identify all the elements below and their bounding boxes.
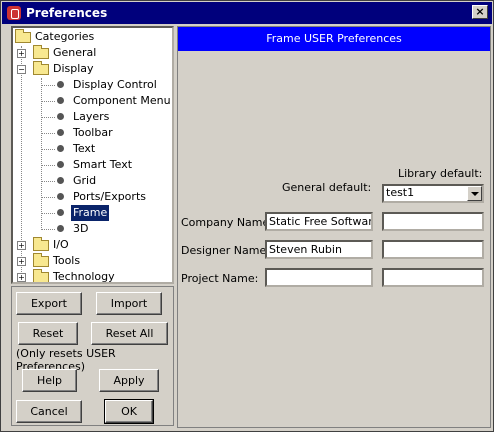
designer-name-label: Designer Name:	[181, 244, 270, 257]
dropdown-arrow-icon[interactable]	[467, 186, 482, 201]
tree-connector	[41, 213, 55, 214]
company-name-label: Company Name:	[181, 216, 273, 229]
help-button[interactable]: Help	[22, 369, 77, 392]
tree-item-label: Frame	[71, 205, 110, 221]
window-title: Preferences	[26, 6, 108, 20]
general-default-label: General default:	[282, 181, 372, 194]
tree-item-label: Display	[53, 62, 94, 75]
tree-connector	[41, 165, 55, 166]
library-select-value: test1	[386, 186, 415, 199]
designer-name-library-field[interactable]	[382, 240, 484, 259]
company-name-library-field[interactable]	[382, 212, 484, 231]
reset-all-button[interactable]: Reset All	[91, 322, 168, 345]
expand-icon[interactable]: +	[17, 273, 26, 282]
tree-connector	[41, 117, 55, 118]
leaf-node-icon	[57, 129, 64, 136]
preferences-dialog: Preferences × Categories + General − Dis…	[0, 0, 494, 432]
frame-preferences-panel: Frame USER Preferences Library default: …	[177, 26, 491, 428]
title-bar: Preferences ×	[2, 2, 492, 24]
tree-item-label: Technology	[53, 270, 115, 283]
tree-connector	[41, 85, 55, 86]
folder-icon	[33, 61, 49, 75]
export-button[interactable]: Export	[16, 292, 82, 315]
category-tree[interactable]: Categories + General − Display Display C…	[11, 26, 174, 284]
leaf-node-icon	[57, 209, 64, 216]
tree-item-label: Tools	[53, 254, 81, 267]
reset-button[interactable]: Reset	[18, 322, 78, 345]
expand-icon[interactable]: +	[17, 257, 26, 266]
leaf-node-icon	[57, 97, 64, 104]
project-name-library-field[interactable]	[382, 268, 484, 287]
expand-icon[interactable]: +	[17, 49, 26, 58]
apply-button[interactable]: Apply	[99, 369, 159, 392]
tree-item-label: I/O	[53, 238, 69, 251]
panel-header: Frame USER Preferences	[178, 27, 490, 51]
ok-button[interactable]: OK	[104, 399, 154, 424]
tree-item-label: Component Menu	[73, 94, 171, 107]
left-button-panel: Export Import Reset Reset All (Only rese…	[11, 286, 174, 426]
tree-item-label: Grid	[73, 174, 97, 187]
tree-connector	[41, 229, 55, 230]
folder-icon	[33, 269, 49, 282]
close-button[interactable]: ×	[472, 5, 488, 19]
tree-connector	[41, 101, 55, 102]
tree-connector	[41, 181, 55, 182]
leaf-node-icon	[57, 225, 64, 232]
folder-icon	[33, 253, 49, 267]
folder-icon	[33, 45, 49, 59]
leaf-node-icon	[57, 81, 64, 88]
leaf-node-icon	[57, 113, 64, 120]
tree-connector	[41, 133, 55, 134]
tree-item-label: Layers	[73, 110, 110, 123]
project-name-label: Project Name:	[181, 272, 259, 285]
folder-icon	[33, 237, 49, 251]
project-name-general-field[interactable]	[265, 268, 373, 287]
leaf-node-icon	[57, 161, 64, 168]
tree-connector	[41, 197, 55, 198]
leaf-node-icon	[57, 145, 64, 152]
expand-icon[interactable]: +	[17, 241, 26, 250]
folder-icon	[15, 29, 31, 43]
tree-item-label: Display Control	[73, 78, 157, 91]
tree-item-label: Ports/Exports	[73, 190, 146, 203]
leaf-node-icon	[57, 177, 64, 184]
cancel-button[interactable]: Cancel	[16, 400, 82, 423]
app-icon	[7, 6, 21, 20]
tree-item-label: General	[53, 46, 97, 59]
collapse-icon[interactable]: −	[17, 65, 26, 74]
import-button[interactable]: Import	[96, 292, 162, 315]
tree-item-label: Smart Text	[73, 158, 133, 171]
library-default-label: Library default:	[398, 167, 483, 180]
designer-name-general-field[interactable]: Steven Rubin	[265, 240, 373, 259]
library-select[interactable]: test1	[382, 184, 484, 203]
tree-item-label: Categories	[35, 30, 95, 43]
tree-item-label: 3D	[73, 222, 89, 235]
tree-connector	[41, 149, 55, 150]
company-name-general-field[interactable]: Static Free Software	[265, 212, 373, 231]
tree-item-label: Text	[73, 142, 96, 155]
tree-item-label: Toolbar	[73, 126, 113, 139]
leaf-node-icon	[57, 193, 64, 200]
